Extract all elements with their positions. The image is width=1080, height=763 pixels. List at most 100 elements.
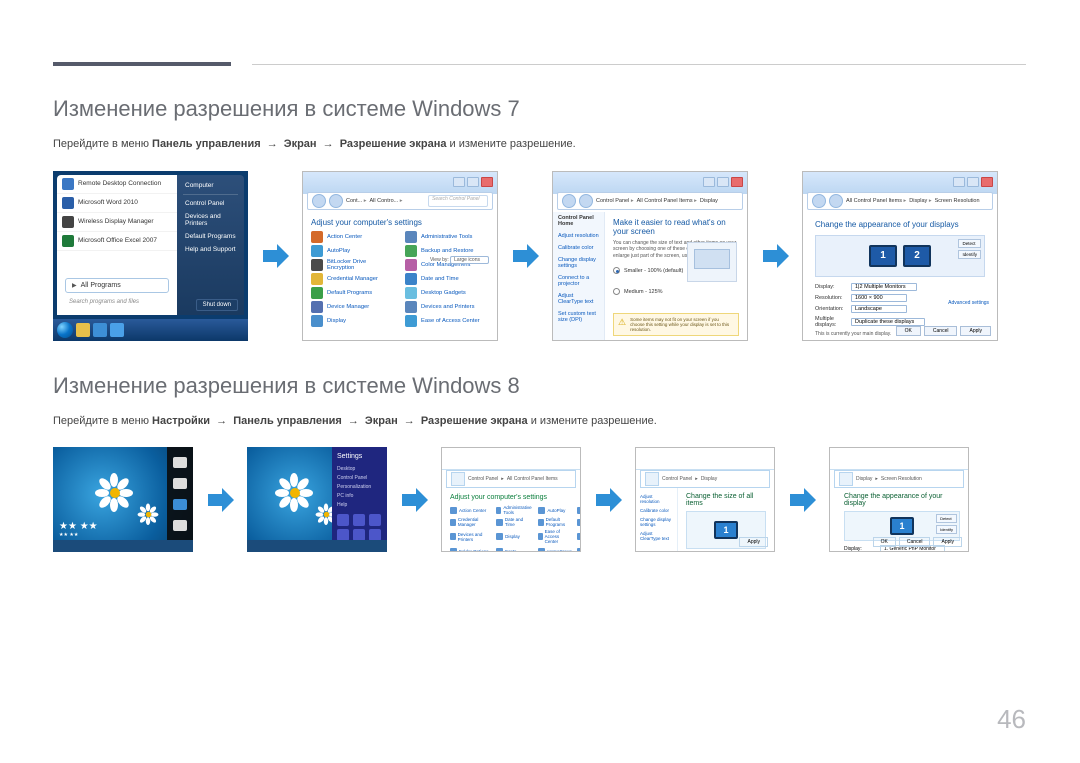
page-content: Изменение разрешения в системе Windows 7…	[53, 96, 1026, 584]
apply-button: Apply	[960, 326, 991, 336]
start-item: Wireless Display Manager	[78, 218, 154, 225]
cp-header: Adjust your computer's settings	[311, 218, 489, 227]
win7-heading: Изменение разрешения в системе Windows 7	[53, 96, 1026, 122]
cp-item: BitLocker Drive Encryption	[311, 259, 395, 271]
shutdown-button: Shut down	[196, 299, 238, 311]
arrow-right-icon	[786, 484, 818, 516]
start-item: Remote Desktop Connection	[78, 180, 161, 187]
start-item: Microsoft Office Excel 2007	[78, 237, 157, 244]
win7-resolution-thumb: All Control Panel Items Display Screen R…	[802, 171, 998, 341]
start-right-item: Control Panel	[177, 197, 244, 210]
start-orb-icon	[57, 322, 73, 338]
cp-item: Display	[311, 315, 395, 327]
start-right-item: Devices and Printers	[177, 210, 244, 230]
cp-item: AutoPlay	[538, 505, 572, 515]
arrow-separator: →	[348, 415, 359, 427]
win8-desktop-charms-thumb: ★★ ★★★★ ★★	[53, 447, 193, 552]
arrow-separator: →	[323, 138, 334, 150]
cp-item: Device Manager	[577, 517, 581, 527]
arrow-right-icon	[759, 240, 791, 272]
viewby-dropdown: Large icons	[450, 256, 489, 264]
page-number: 46	[997, 704, 1026, 735]
cp-item: Date and Time	[405, 273, 489, 285]
cp-item: Color Management	[577, 505, 581, 515]
start-icon	[173, 499, 187, 510]
res-heading: Change the appearance of your displays	[815, 220, 985, 229]
cp-item: Desktop Gadgets	[405, 287, 489, 299]
start-right-item: Help and Support	[177, 243, 244, 256]
cp-item: Devices and Printers	[405, 301, 489, 313]
cp-item: HomeGroup	[538, 546, 572, 552]
instr-prefix: Перейдите в меню	[53, 138, 152, 150]
arrow-right-icon	[259, 240, 291, 272]
arrow-separator: →	[216, 415, 227, 427]
instr-suffix: и измените разрешение.	[531, 415, 657, 427]
apply-button: Apply	[933, 537, 962, 547]
arrow-right-icon	[509, 240, 541, 272]
win7-taskbar	[53, 319, 248, 341]
arrow-right-icon	[398, 484, 430, 516]
start-item: Microsoft Word 2010	[78, 199, 138, 206]
cp-item: Indexing Options	[577, 546, 581, 552]
cp-item: Folder Options	[450, 546, 491, 552]
path-seg-1: Настройки	[152, 415, 210, 427]
win8-instruction: Перейдите в меню Настройки → Панель упра…	[53, 413, 1026, 430]
all-programs: All Programs	[65, 278, 169, 293]
cp-item: Credential Manager	[450, 517, 491, 527]
header-divider	[252, 64, 1026, 65]
path-seg-3: Разрешение экрана	[340, 138, 447, 150]
header-accent-bar	[53, 62, 231, 66]
radio-icon	[613, 267, 620, 274]
cp-item: Administrative Tools	[496, 505, 533, 515]
cp-item: Ease of Access Center	[538, 529, 572, 544]
ok-button: OK	[896, 326, 921, 336]
win8-resolution-thumb: Display ▸ Screen Resolution Change the a…	[829, 447, 969, 552]
radio-icon	[613, 288, 620, 295]
win8-charms-bar	[167, 447, 193, 552]
breadcrumb: Cont...	[346, 198, 367, 204]
path-seg-3: Экран	[365, 415, 398, 427]
path-seg-2: Панель управления	[233, 415, 342, 427]
instr-suffix: и измените разрешение.	[450, 138, 576, 150]
cancel-button: Cancel	[924, 326, 958, 336]
dp-heading: Make it easier to read what's on your sc…	[613, 218, 739, 236]
win8-heading: Изменение разрешения в системе Windows 8	[53, 373, 1026, 399]
cp-item: Fonts	[496, 546, 533, 552]
display-preview-icon	[687, 242, 737, 282]
arrow-separator: →	[267, 138, 278, 150]
win7-control-panel-thumb: Cont... All Contro... Search Control Pan…	[302, 171, 498, 341]
breadcrumb: All Contro...	[370, 198, 403, 204]
search-icon	[173, 457, 187, 468]
win7-display-panel-thumb: Control Panel All Control Panel Items Di…	[552, 171, 748, 341]
win8-control-panel-thumb: Control Panel ▸ All Control Panel Items …	[441, 447, 581, 552]
win8-settings-pane: Settings Desktop Control Panel Personali…	[332, 447, 387, 552]
cp-item: Action Center	[311, 231, 395, 243]
viewby-label: View by:	[430, 257, 449, 263]
path-seg-2: Экран	[284, 138, 317, 150]
start-right-item: Computer	[177, 179, 244, 192]
arrow-right-icon	[592, 484, 624, 516]
win7-start-menu-thumb: Remote Desktop Connection Microsoft Word…	[53, 171, 248, 341]
cp-item: Date and Time	[496, 517, 533, 527]
cp-item: Credential Manager	[311, 273, 395, 285]
cp-item: Default Programs	[311, 287, 395, 299]
start-search: Search programs and files	[63, 297, 171, 311]
cp-item: AutoPlay	[311, 245, 395, 257]
arrow-right-icon	[204, 484, 236, 516]
share-icon	[173, 478, 187, 489]
cancel-button: Cancel	[899, 537, 931, 547]
cp-item: Display	[496, 529, 533, 544]
win8-screenshot-row: ★★ ★★★★ ★★ Settings Desktop	[53, 447, 1026, 552]
warning-banner: Some items may not fit on your screen if…	[613, 313, 739, 336]
cp-item: Default Programs	[538, 517, 572, 527]
win8-settings-pane-thumb: Settings Desktop Control Panel Personali…	[247, 447, 387, 552]
win7-instruction: Перейдите в меню Панель управления → Экр…	[53, 136, 1026, 153]
cp-item: File History	[577, 529, 581, 544]
cp-item: Administrative Tools	[405, 231, 489, 243]
ok-button: OK	[873, 537, 896, 547]
devices-icon	[173, 520, 187, 531]
arrow-separator: →	[404, 415, 415, 427]
path-seg-4: Разрешение экрана	[421, 415, 528, 427]
path-seg-1: Панель управления	[152, 138, 261, 150]
instr-prefix: Перейдите в меню	[53, 415, 152, 427]
